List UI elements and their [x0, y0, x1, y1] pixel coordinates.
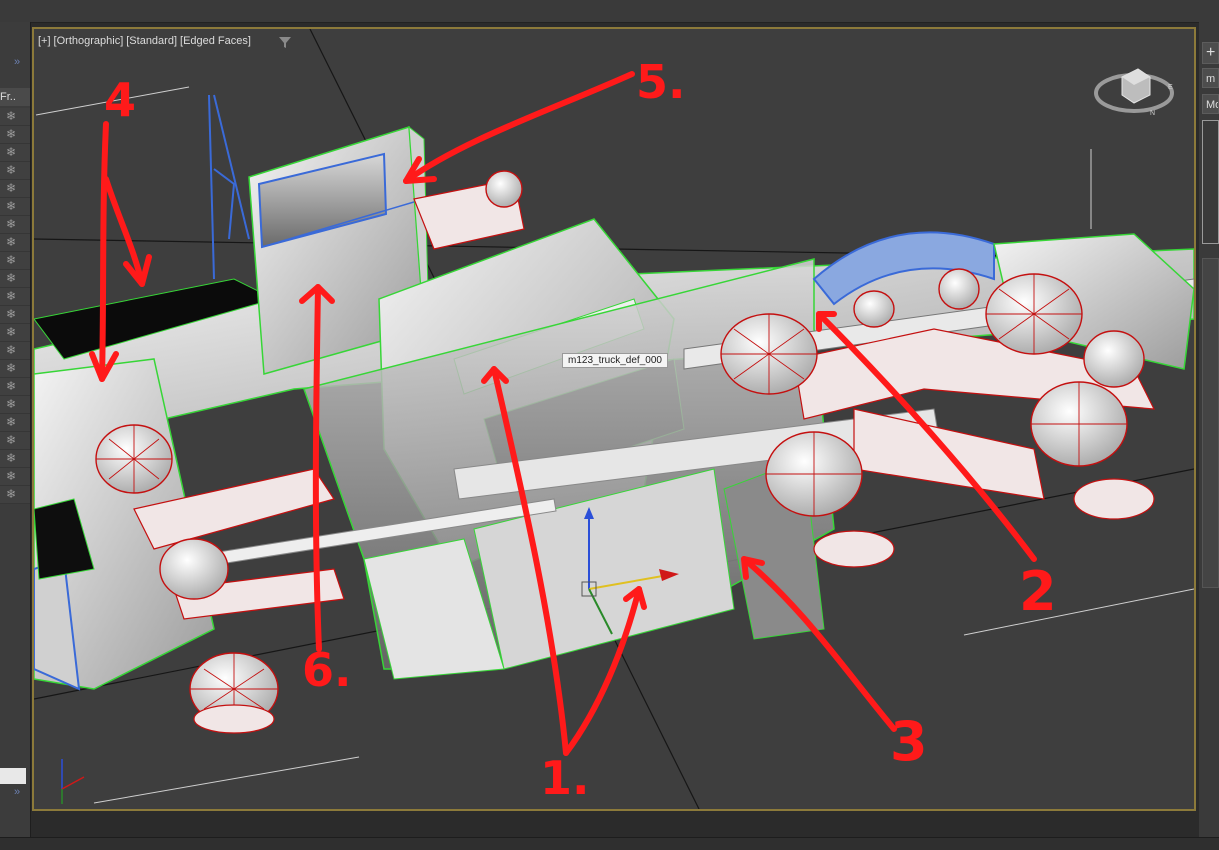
freeze-icon[interactable]: ❄	[6, 379, 16, 393]
viewcube-icon[interactable]: E N	[1094, 59, 1178, 119]
command-panel-scrollbar[interactable]	[1202, 258, 1219, 588]
scene-explorer-row[interactable]: ❄	[0, 486, 30, 504]
scene-explorer-row[interactable]: ❄	[0, 288, 30, 306]
freeze-icon[interactable]: ❄	[6, 127, 16, 141]
scene-explorer-row[interactable]: ❄	[0, 216, 30, 234]
command-input[interactable]	[0, 768, 26, 784]
scene-explorer-row[interactable]: ❄	[0, 378, 30, 396]
modifier-list-button[interactable]: Mo	[1202, 94, 1219, 114]
scene-explorer-row[interactable]: ❄	[0, 324, 30, 342]
svg-text:N: N	[1150, 110, 1155, 117]
annotation-number: 2	[1019, 560, 1057, 623]
scene-explorer-row[interactable]: ❄	[0, 342, 30, 360]
scene-explorer-row[interactable]: ❄	[0, 432, 30, 450]
freeze-icon[interactable]: ❄	[6, 145, 16, 159]
object-name-tooltip: m123_truck_def_000	[562, 353, 668, 368]
scene-explorer-panel: » Fr.. ❄ ❄ ❄ ❄ ❄ ❄ ❄ ❄ ❄ ❄ ❄ ❄ ❄ ❄ ❄ ❄ ❄ ❄ ❄ ❄ ❄ ❄ »	[0, 22, 31, 837]
scene-explorer-row[interactable]: ❄	[0, 396, 30, 414]
scene-explorer-row[interactable]: ❄	[0, 306, 30, 324]
annotation-number: 5.	[636, 55, 686, 109]
freeze-icon[interactable]: ❄	[6, 433, 16, 447]
scene-explorer-row[interactable]: ❄	[0, 144, 30, 162]
svg-text:E: E	[1168, 84, 1173, 91]
crane-arm	[208, 94, 250, 280]
command-panel-button[interactable]: m	[1202, 68, 1219, 88]
viewport-menu-plus[interactable]: [+]	[38, 35, 51, 47]
freeze-icon[interactable]: ❄	[6, 199, 16, 213]
viewport-display-mode[interactable]: [Edged Faces]	[180, 35, 251, 47]
freeze-icon[interactable]: ❄	[6, 235, 16, 249]
viewport-label-menu[interactable]: [+] [Orthographic] [Standard] [Edged Faces]	[38, 35, 254, 47]
viewport-shading-standard[interactable]: [Standard]	[126, 35, 177, 47]
expand-icon[interactable]: »	[14, 786, 20, 798]
scene-explorer-row[interactable]: ❄	[0, 360, 30, 378]
freeze-icon[interactable]: ❄	[6, 451, 16, 465]
freeze-icon[interactable]: ❄	[6, 217, 16, 231]
freeze-icon[interactable]: ❄	[6, 469, 16, 483]
scene-explorer-row[interactable]: ❄	[0, 450, 30, 468]
freeze-icon[interactable]: ❄	[6, 397, 16, 411]
scene-explorer-row[interactable]: ❄	[0, 198, 30, 216]
perspective-viewport[interactable]: [+] [Orthographic] [Standard] [Edged Faces]…	[32, 27, 1196, 811]
freeze-icon[interactable]: ❄	[6, 415, 16, 429]
scene-explorer-row[interactable]: ❄	[0, 270, 30, 288]
top-toolbar	[0, 0, 1219, 23]
filter-icon[interactable]	[278, 35, 292, 49]
expand-icon[interactable]: »	[14, 56, 20, 68]
annotation-number: 1.	[540, 751, 590, 805]
freeze-icon[interactable]: ❄	[6, 487, 16, 501]
freeze-icon[interactable]: ❄	[6, 289, 16, 303]
axis-tripod	[61, 759, 85, 804]
scene-explorer-row[interactable]: ❄	[0, 180, 30, 198]
scene-explorer-row[interactable]: ❄	[0, 234, 30, 252]
scene-explorer-header[interactable]: Fr..	[0, 88, 30, 106]
scene-explorer-row[interactable]: ❄	[0, 108, 30, 126]
scene-explorer-row[interactable]: ❄	[0, 468, 30, 486]
freeze-icon[interactable]: ❄	[6, 271, 16, 285]
annotation-number: 6.	[302, 643, 352, 697]
scene-explorer-row[interactable]: ❄	[0, 414, 30, 432]
scene-explorer-row[interactable]: ❄	[0, 252, 30, 270]
freeze-icon[interactable]: ❄	[6, 361, 16, 375]
scene-render[interactable]	[34, 29, 1194, 809]
command-panel: + m Mo	[1199, 22, 1219, 837]
annotation-number: 4	[104, 73, 137, 127]
annotation-number: 3	[890, 710, 928, 773]
modifier-stack[interactable]	[1202, 120, 1219, 244]
scene-explorer-row[interactable]: ❄	[0, 126, 30, 144]
status-bar	[0, 837, 1219, 850]
freeze-icon[interactable]: ❄	[6, 325, 16, 339]
freeze-icon[interactable]: ❄	[6, 343, 16, 357]
create-plus-icon[interactable]: +	[1202, 42, 1219, 64]
freeze-icon[interactable]: ❄	[6, 163, 16, 177]
freeze-icon[interactable]: ❄	[6, 253, 16, 267]
freeze-icon[interactable]: ❄	[6, 307, 16, 321]
scene-explorer-row[interactable]: ❄	[0, 162, 30, 180]
freeze-icon[interactable]: ❄	[6, 181, 16, 195]
freeze-icon[interactable]: ❄	[6, 109, 16, 123]
viewport-point-of-view[interactable]: [Orthographic]	[54, 35, 124, 47]
